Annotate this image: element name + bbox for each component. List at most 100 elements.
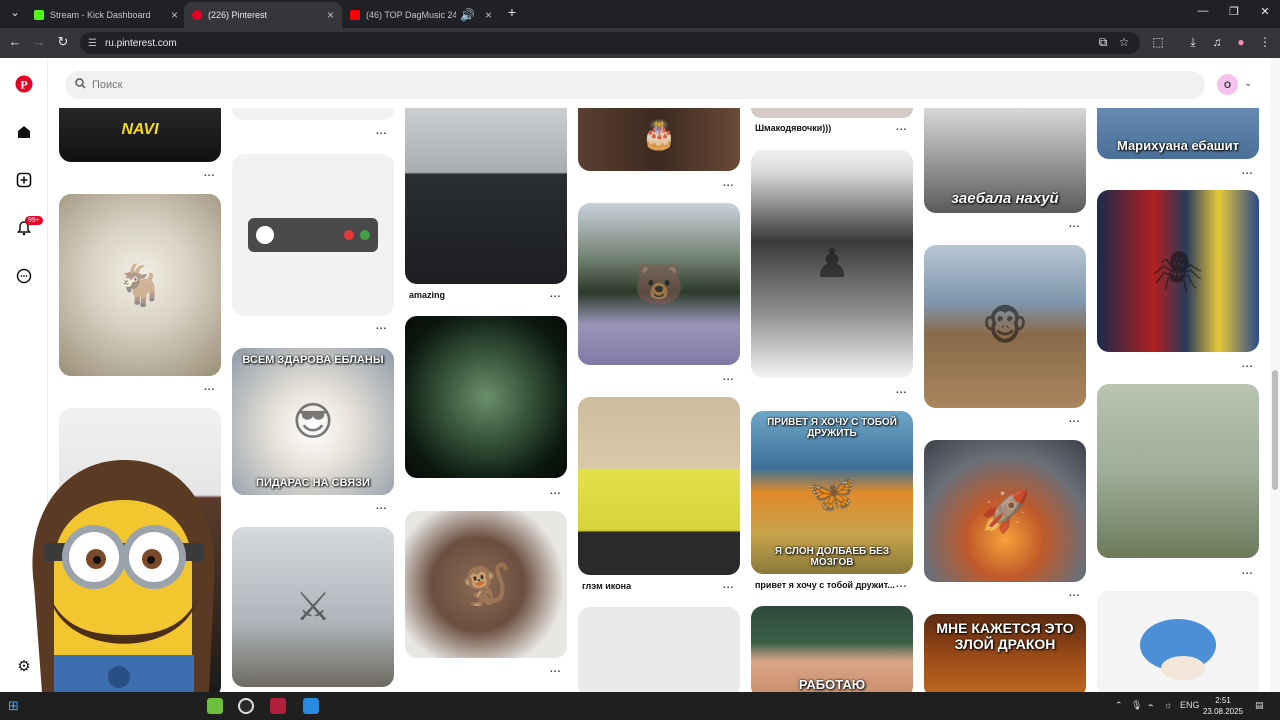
smurf-hat-image <box>1140 618 1216 680</box>
pin-navi-jersey[interactable]: NAVI <box>59 108 221 162</box>
bookmark-star-icon[interactable]: ☆ <box>1115 35 1133 49</box>
pin-more-icon[interactable]: ... <box>723 580 734 591</box>
pin-samurai[interactable]: ⚔ <box>232 527 394 687</box>
tray-chevron-up-icon[interactable]: ⌃ <box>1115 700 1123 711</box>
pin-man-cup[interactable] <box>578 397 740 575</box>
pin-spiderman-minion[interactable]: 🕷 <box>1097 190 1259 352</box>
search-icon <box>75 78 86 92</box>
windows-start-icon[interactable]: ⊞ <box>8 698 24 714</box>
pin-more-icon[interactable]: ... <box>204 168 215 179</box>
pin-more-icon[interactable]: ... <box>723 178 734 189</box>
app-icon-green[interactable] <box>207 698 223 714</box>
pin-rabotayu[interactable]: РАБОТАЮ <box>751 606 913 692</box>
back-arrow-icon[interactable]: ← <box>6 34 24 49</box>
pin-minion-marijuana[interactable]: Марихуана ебашит <box>1097 108 1259 159</box>
pin-monkey-scream[interactable]: 🐒 <box>405 511 567 658</box>
profile-avatar-icon[interactable]: ● <box>1232 35 1250 49</box>
notification-count-badge: 99+ <box>25 216 43 225</box>
app-icon-red[interactable] <box>270 698 286 714</box>
pin-more-icon[interactable]: ... <box>550 289 561 300</box>
pin-cake[interactable]: 🎂 <box>578 108 740 171</box>
cast-icon[interactable]: ⧉ <box>1094 35 1112 50</box>
browser-menu-icon[interactable]: ⋮ <box>1256 35 1274 49</box>
pin-chimp-chess[interactable]: ♟ <box>751 150 913 378</box>
restore-icon[interactable]: ❐ <box>1219 5 1249 18</box>
pin-man-hand[interactable]: заебала нахуй <box>924 108 1086 213</box>
pin-more-icon[interactable]: ... <box>1242 166 1253 177</box>
tab-pinterest[interactable]: (226) Pinterest × <box>184 2 342 28</box>
app-icon-blue[interactable] <box>303 698 319 714</box>
tab-close-icon[interactable]: × <box>485 8 492 22</box>
pin-butterfly-elephant[interactable]: ПРИВЕТ Я ХОЧУ С ТОБОЙ ДРУЖИТЬ 🦋 Я СЛОН Д… <box>751 411 913 574</box>
pin-more-icon[interactable]: ... <box>376 321 387 332</box>
tab-dagmusic[interactable]: (46) TOP DagMusic 24/7 Л 🔊 × <box>342 2 500 28</box>
forward-arrow-icon[interactable]: → <box>30 34 48 49</box>
minimize-icon[interactable]: — <box>1188 5 1218 17</box>
account-chevron-down-icon[interactable]: ⌄ <box>1244 78 1252 89</box>
new-tab-plus-icon[interactable]: + <box>497 4 527 20</box>
messages-icon[interactable] <box>12 264 36 288</box>
monkey-image: 🐵 <box>981 304 1029 349</box>
pin-putin-smoke[interactable] <box>405 316 567 478</box>
pin-goat[interactable]: 🐐 <box>59 194 221 376</box>
search-input[interactable]: Поиск <box>65 71 1205 99</box>
pin-call-ui[interactable] <box>232 154 394 316</box>
pin-more-icon[interactable]: ... <box>896 122 907 133</box>
create-plus-icon[interactable] <box>12 168 36 192</box>
tab-close-icon[interactable]: × <box>327 8 334 22</box>
pin-blank-top[interactable] <box>232 108 394 120</box>
notification-center-icon[interactable]: ▤ <box>1255 700 1264 711</box>
pin-more-icon[interactable]: ... <box>1242 566 1253 577</box>
pin-more-icon[interactable]: ... <box>896 385 907 396</box>
tab-title: (46) TOP DagMusic 24/7 Л <box>366 10 457 20</box>
pin-man-guns[interactable] <box>1097 384 1259 558</box>
app-icon-obs[interactable] <box>238 698 254 714</box>
pin-blank-bottom[interactable] <box>578 607 740 692</box>
speaker-icon[interactable]: 🔊 <box>460 8 475 22</box>
pin-smurf[interactable] <box>1097 591 1259 692</box>
pin-more-icon[interactable]: ... <box>896 579 907 590</box>
usb-icon[interactable]: ⌁ <box>1148 700 1153 711</box>
taskbar-clock[interactable]: 2:51 23.08.2025 <box>1196 695 1250 717</box>
pin-more-icon[interactable]: ... <box>376 126 387 137</box>
search-placeholder: Поиск <box>92 79 123 91</box>
pin-wheelchair[interactable]: 🚀 <box>924 440 1086 582</box>
pinterest-favicon-icon <box>192 10 202 20</box>
account-avatar[interactable]: O <box>1217 74 1238 95</box>
pin-cat-sunglasses[interactable]: ВСЕМ ЗДАРОВА ЕБЛАНЫ 😎 ПИДАРАС НА СВЯЗИ <box>232 348 394 495</box>
pinterest-logo-icon[interactable]: P <box>12 72 36 96</box>
browser-toolbar: ← → ↻ ☰ ru.pinterest.com ⧉ ☆ ⬚ ⤓ ♫ ● ⋮ <box>0 28 1280 58</box>
media-control-icon[interactable]: ♫ <box>1208 35 1226 49</box>
pin-monkey-think[interactable]: 🐵 <box>924 245 1086 408</box>
reload-icon[interactable]: ↻ <box>54 34 72 50</box>
tab-close-icon[interactable]: × <box>171 8 178 22</box>
pin-caption-top: ПРИВЕТ Я ХОЧУ С ТОБОЙ ДРУЖИТЬ <box>767 417 897 439</box>
tab-kick-dashboard[interactable]: Stream - Kick Dashboard × <box>26 2 186 28</box>
pin-more-icon[interactable]: ... <box>550 664 561 675</box>
pin-shmakodyavochki[interactable] <box>751 108 913 118</box>
pin-more-icon[interactable]: ... <box>1069 219 1080 230</box>
pin-more-icon[interactable]: ... <box>1242 359 1253 370</box>
download-icon[interactable]: ⤓ <box>1184 35 1202 50</box>
pin-bears[interactable]: 🐻 <box>578 203 740 365</box>
site-info-icon[interactable]: ☰ <box>88 38 97 49</box>
pin-more-icon[interactable]: ... <box>723 372 734 383</box>
microphone-icon[interactable]: 🎙 <box>1131 700 1142 711</box>
scrollbar-thumb[interactable] <box>1272 370 1278 490</box>
pin-more-icon[interactable]: ... <box>1069 414 1080 425</box>
brightness-icon[interactable]: ☼ <box>1164 700 1172 710</box>
extensions-icon[interactable]: ⬚ <box>1149 35 1167 49</box>
address-bar[interactable]: ☰ ru.pinterest.com <box>80 32 1140 54</box>
pin-more-icon[interactable]: ... <box>1069 588 1080 599</box>
window-close-icon[interactable]: ✕ <box>1250 5 1280 18</box>
pin-more-icon[interactable]: ... <box>204 382 215 393</box>
pin-more-icon[interactable]: ... <box>550 486 561 497</box>
pin-more-icon[interactable]: ... <box>376 501 387 512</box>
navi-logo: NAVI <box>121 121 159 138</box>
pin-dragon[interactable]: МНЕ КАЖЕТСЯ ЭТО ЗЛОЙ ДРАКОН <box>924 614 1086 692</box>
home-icon[interactable] <box>12 120 36 144</box>
samurai-image: ⚔ <box>295 585 331 629</box>
pin-suit-man[interactable] <box>405 108 567 284</box>
svg-text:P: P <box>20 78 27 92</box>
pin-title: глэм икона <box>582 581 632 591</box>
